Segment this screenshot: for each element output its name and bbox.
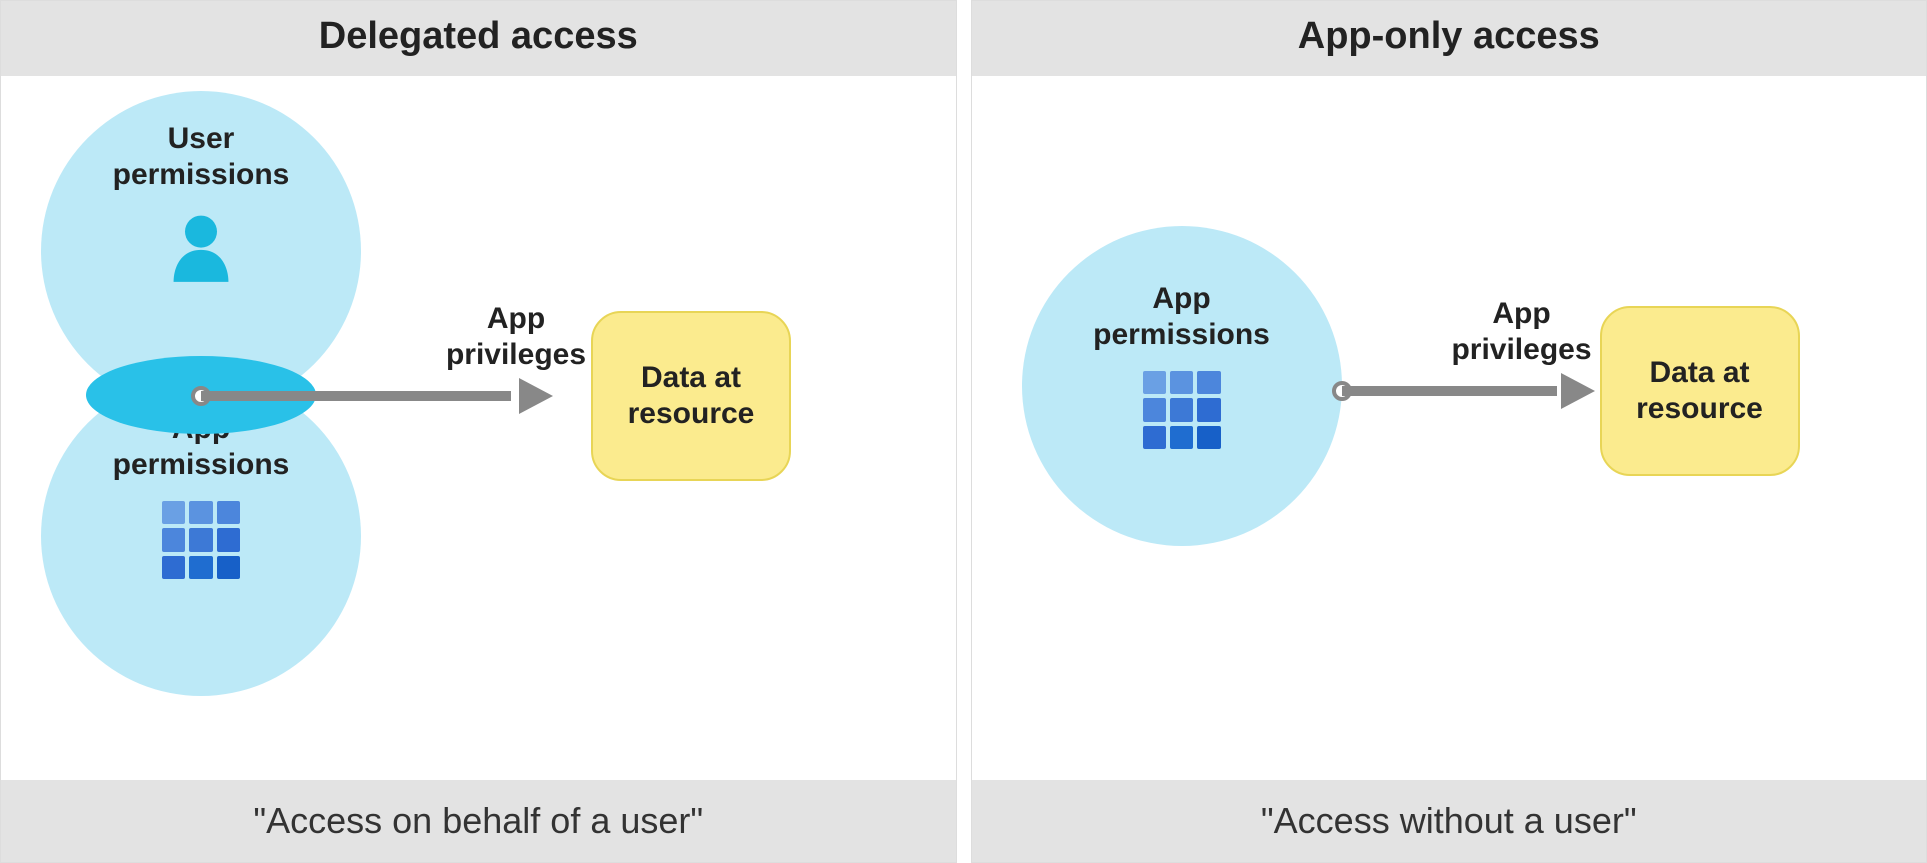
grid-icon (162, 501, 240, 579)
panel-divider (957, 0, 971, 863)
arrow-label-right: App privileges (1451, 296, 1591, 368)
panel-title-right: App-only access (972, 1, 1927, 76)
delegated-access-panel: Delegated access User permissions A (0, 0, 957, 863)
panel-footer-right: "Access without a user" (972, 780, 1927, 862)
panel-footer-left: "Access on behalf of a user" (1, 780, 956, 862)
app-only-access-panel: App-only access App permissions App priv (971, 0, 1927, 863)
app-permissions-circle-right: App permissions (1022, 226, 1342, 546)
resource-box-right: Data at resource (1600, 306, 1800, 476)
arrow-line (201, 391, 511, 401)
panel-body-left: User permissions App permissions (1, 76, 956, 780)
diagram-container: Delegated access User permissions A (0, 0, 1927, 863)
app-permissions-label-right: App permissions (1093, 281, 1270, 353)
grid-icon (1143, 371, 1221, 449)
arrow-head-icon (519, 378, 553, 414)
panel-title-left: Delegated access (1, 1, 956, 76)
arrow-line (1342, 386, 1557, 396)
resource-box-left: Data at resource (591, 311, 791, 481)
user-permissions-label: User permissions (113, 121, 290, 193)
arrow-head-icon (1561, 373, 1595, 409)
user-icon (166, 211, 236, 296)
arrow-label-left: App privileges (446, 301, 586, 373)
panel-body-right: App permissions App privileges (972, 76, 1927, 780)
